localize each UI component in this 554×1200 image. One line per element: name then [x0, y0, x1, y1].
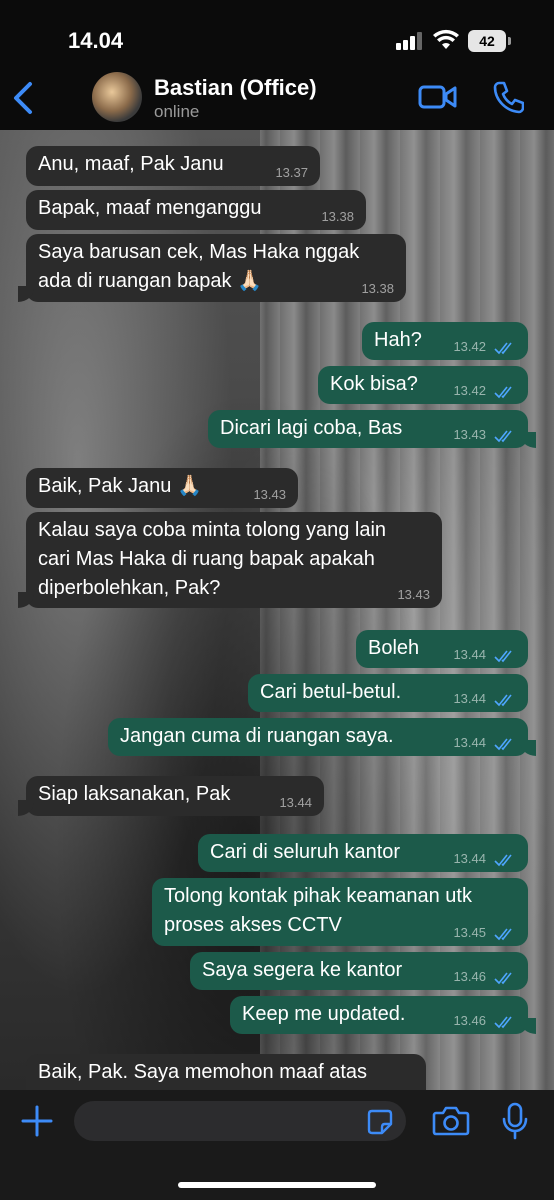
- plus-icon[interactable]: [20, 1104, 54, 1138]
- message-outgoing[interactable]: Kok bisa? 13.42: [318, 366, 528, 404]
- message-incoming[interactable]: Siap laksanakan, Pak 13.44: [18, 776, 324, 816]
- message-outgoing[interactable]: Jangan cuma di ruangan saya. 13.44: [108, 718, 536, 756]
- message-text: Saya barusan cek, Mas Haka nggak ada di …: [38, 241, 360, 292]
- read-receipt-icon: [494, 430, 512, 443]
- message-outgoing[interactable]: Cari di seluruh kantor 13.44: [198, 834, 528, 872]
- message-text: Anu, maaf, Pak Janu: [38, 153, 224, 175]
- home-indicator[interactable]: [178, 1182, 376, 1188]
- message-time: 13.46: [453, 1013, 486, 1028]
- phone-icon[interactable]: [492, 80, 524, 114]
- microphone-icon[interactable]: [502, 1102, 528, 1140]
- message-time: 13.45: [453, 925, 486, 940]
- video-camera-icon[interactable]: [418, 82, 458, 112]
- cellular-signal-icon: [396, 32, 424, 50]
- message-text: Kalau saya coba minta tolong yang lain c…: [38, 519, 387, 599]
- message-time: 13.44: [453, 647, 486, 662]
- read-receipt-icon: [494, 386, 512, 399]
- sticker-icon[interactable]: [366, 1108, 394, 1136]
- message-time: 13.38: [361, 281, 394, 296]
- contact-status: online: [154, 102, 200, 121]
- message-outgoing[interactable]: Saya segera ke kantor 13.46: [190, 952, 528, 990]
- message-incoming[interactable]: Saya barusan cek, Mas Haka nggak ada di …: [18, 234, 406, 302]
- message-incoming[interactable]: Baik, Pak Janu 🙏🏻 13.43: [26, 468, 298, 508]
- message-time: 13.37: [275, 165, 308, 180]
- read-receipt-icon: [494, 342, 512, 355]
- message-time: 13.43: [453, 427, 486, 442]
- status-bar: 14.04 42: [0, 0, 554, 70]
- composer-bar: [0, 1090, 554, 1200]
- message-incoming[interactable]: Kalau saya coba minta tolong yang lain c…: [18, 512, 442, 608]
- message-outgoing[interactable]: Hah? 13.42: [362, 322, 528, 360]
- avatar[interactable]: [92, 72, 142, 122]
- camera-icon[interactable]: [432, 1105, 470, 1137]
- message-incoming[interactable]: Bapak, maaf menganggu 13.38: [26, 190, 366, 230]
- message-outgoing[interactable]: Boleh 13.44: [356, 630, 528, 668]
- message-text: Baik, Pak. Saya memohon maaf atas: [38, 1061, 368, 1083]
- wifi-icon: [433, 29, 459, 49]
- message-text: Siap laksanakan, Pak: [38, 783, 231, 805]
- message-outgoing[interactable]: Tolong kontak pihak keamanan utk proses …: [152, 878, 528, 946]
- message-outgoing[interactable]: Cari betul-betul. 13.44: [248, 674, 528, 712]
- message-text: Kok bisa?: [330, 373, 418, 395]
- read-receipt-icon: [494, 972, 512, 985]
- message-outgoing[interactable]: Keep me updated. 13.46: [230, 996, 536, 1034]
- chat-header: Bastian (Office) online: [0, 70, 554, 130]
- message-time: 13.38: [321, 209, 354, 224]
- battery-indicator: 42: [468, 30, 506, 52]
- message-time: 13.44: [453, 735, 486, 750]
- read-receipt-icon: [494, 928, 512, 941]
- message-time: 13.42: [453, 383, 486, 398]
- message-text: Bapak, maaf menganggu: [38, 197, 262, 219]
- message-input[interactable]: [74, 1101, 406, 1141]
- message-time: 13.42: [453, 339, 486, 354]
- read-receipt-icon: [494, 650, 512, 663]
- message-time: 13.44: [453, 851, 486, 866]
- read-receipt-icon: [494, 1016, 512, 1029]
- message-incoming[interactable]: Anu, maaf, Pak Janu 13.37: [26, 146, 320, 186]
- status-time: 14.04: [68, 28, 124, 53]
- message-time: 13.44: [279, 795, 312, 810]
- message-time: 13.46: [453, 969, 486, 984]
- message-text: Baik, Pak Janu 🙏🏻: [38, 475, 202, 497]
- read-receipt-icon: [494, 854, 512, 867]
- message-time: 13.44: [453, 691, 486, 706]
- battery-tip: [508, 37, 511, 45]
- contact-name[interactable]: Bastian (Office): [154, 75, 317, 101]
- chevron-left-icon[interactable]: [8, 78, 42, 118]
- message-outgoing[interactable]: Dicari lagi coba, Bas 13.43: [208, 410, 536, 448]
- read-receipt-icon: [494, 738, 512, 751]
- message-time: 13.43: [253, 487, 286, 502]
- read-receipt-icon: [494, 694, 512, 707]
- message-time: 13.43: [397, 587, 430, 602]
